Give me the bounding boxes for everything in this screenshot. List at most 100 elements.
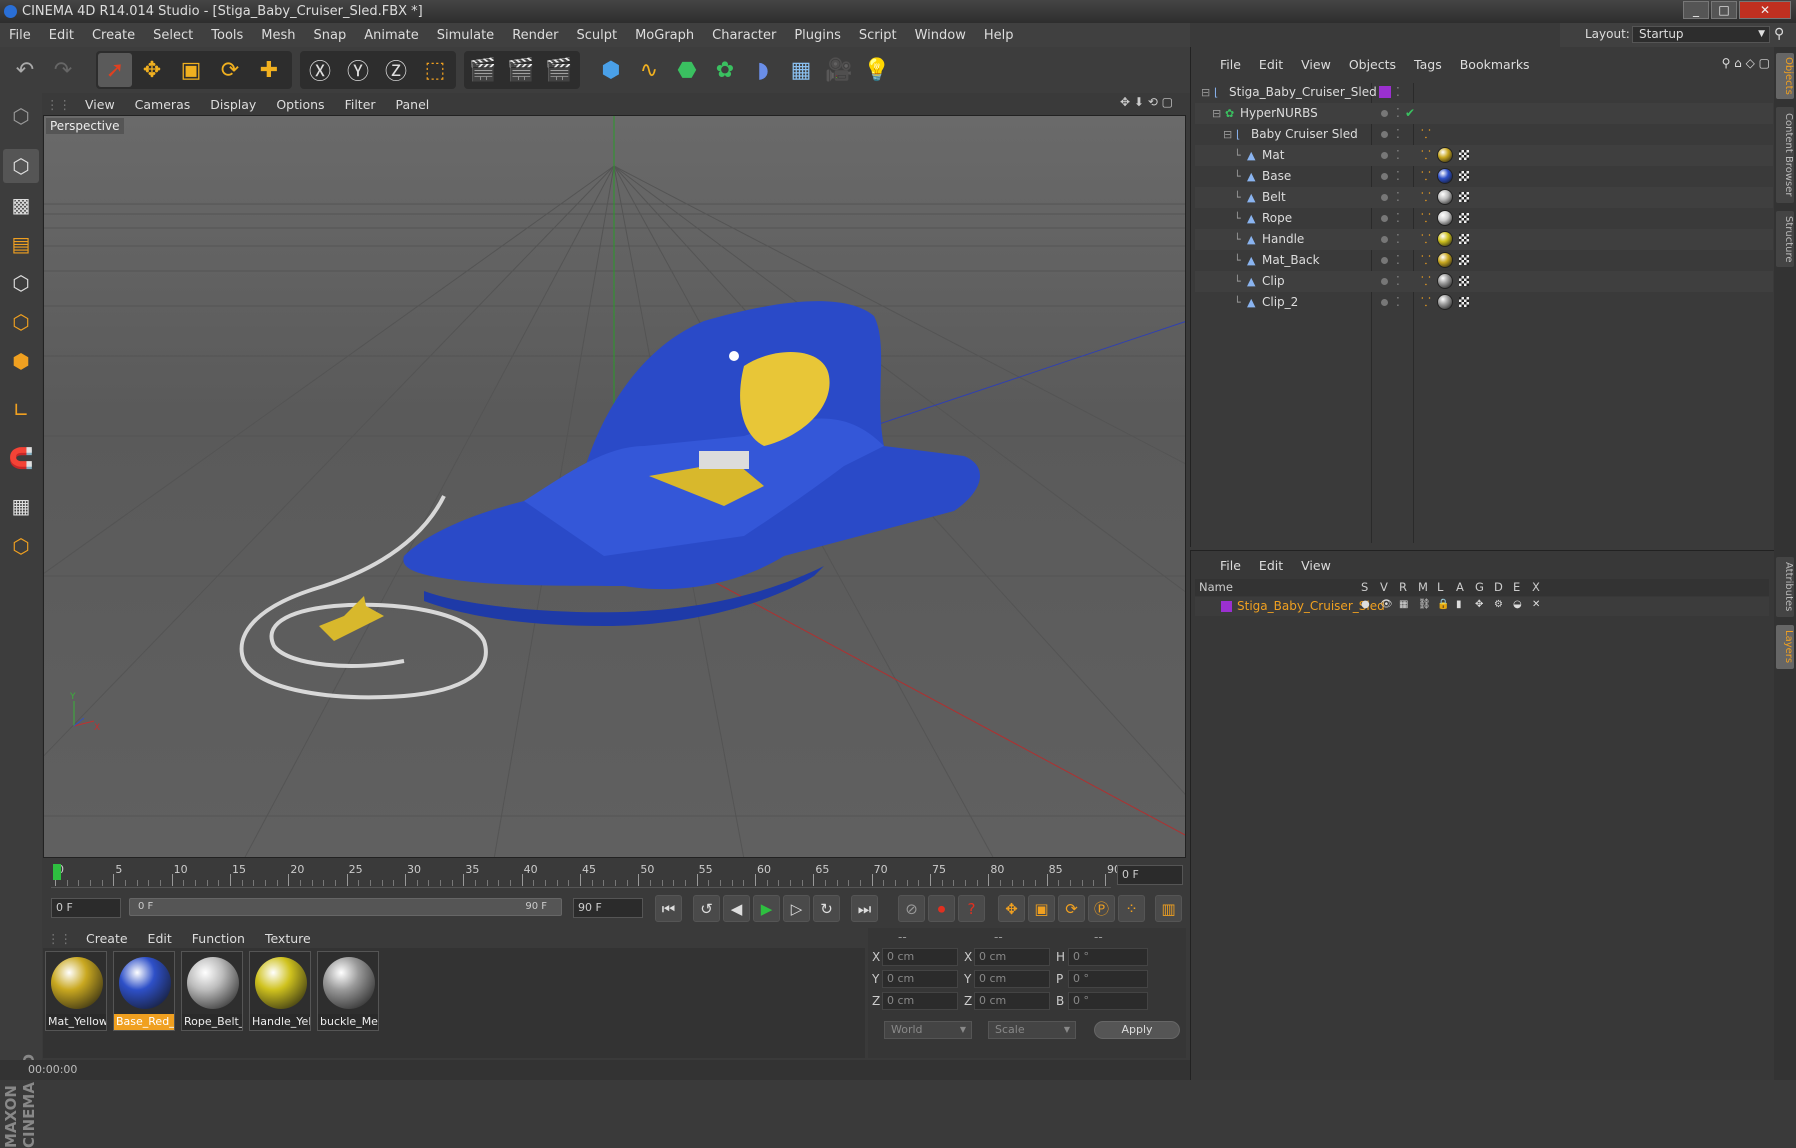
render-visibility-icon[interactable]: ⁚ bbox=[1396, 103, 1400, 124]
minimize-button[interactable]: _ bbox=[1683, 1, 1709, 19]
layer-menu-edit[interactable]: Edit bbox=[1250, 558, 1292, 573]
layer-column-a[interactable]: A bbox=[1456, 580, 1464, 594]
timeline-ruler[interactable]: 051015202530354045505560657075808590 0 F bbox=[43, 860, 1186, 890]
rotate-icon[interactable]: ⟳ bbox=[213, 53, 247, 87]
visibility-dot-icon[interactable] bbox=[1381, 110, 1388, 117]
visibility-dot-icon[interactable] bbox=[1381, 215, 1388, 222]
end-frame-field[interactable]: 90 F bbox=[573, 898, 643, 918]
render-visibility-icon[interactable]: ⁚ bbox=[1396, 271, 1400, 292]
redo-icon[interactable]: ↷ bbox=[46, 53, 80, 87]
xref-icon[interactable]: ✕ bbox=[1532, 599, 1540, 610]
next-key-icon[interactable]: ↻ bbox=[813, 895, 840, 922]
scale-icon[interactable]: ▣ bbox=[174, 53, 208, 87]
layer-column-v[interactable]: V bbox=[1380, 580, 1388, 594]
menu-window[interactable]: Window bbox=[906, 28, 975, 43]
layer-column-x[interactable]: X bbox=[1532, 580, 1540, 594]
workplane-mode-icon[interactable]: ▤ bbox=[3, 227, 39, 261]
uvw-tag-icon[interactable] bbox=[1459, 213, 1469, 223]
object-menu-file[interactable]: File bbox=[1211, 57, 1250, 72]
material-swatch[interactable]: Rope_Belt_ bbox=[181, 951, 243, 1031]
key-pla-icon[interactable]: ⁘ bbox=[1118, 895, 1145, 922]
position-field[interactable]: 0 cm bbox=[882, 992, 958, 1010]
size-field[interactable]: 0 cm bbox=[974, 992, 1050, 1010]
menu-animate[interactable]: Animate bbox=[355, 28, 427, 43]
viewport-menu-panel[interactable]: Panel bbox=[386, 97, 440, 112]
menu-mograph[interactable]: MoGraph bbox=[626, 28, 703, 43]
go-to-start-icon[interactable]: ⏮ bbox=[655, 895, 682, 922]
material-menu-create[interactable]: Create bbox=[76, 931, 138, 946]
snap-icon[interactable]: ▦ bbox=[3, 489, 39, 523]
rotation-field[interactable]: 0 ° bbox=[1068, 992, 1148, 1010]
layer-menu-view[interactable]: View bbox=[1292, 558, 1340, 573]
current-frame-field[interactable]: 0 F bbox=[1117, 865, 1183, 885]
visibility-dot-icon[interactable] bbox=[1381, 299, 1388, 306]
generators-icon[interactable]: ✥ bbox=[1475, 599, 1483, 610]
uvw-tag-icon[interactable] bbox=[1459, 255, 1469, 265]
menu-snap[interactable]: Snap bbox=[305, 28, 356, 43]
uvw-tag-icon[interactable] bbox=[1459, 150, 1469, 160]
record-keys-icon[interactable]: ⊘ bbox=[898, 895, 925, 922]
tweak-mode-icon[interactable]: 🧲 bbox=[3, 441, 39, 475]
object-row[interactable]: └ ▲ Mat_Back ⁚ ⸪ bbox=[1195, 250, 1773, 271]
visibility-dot-icon[interactable] bbox=[1381, 236, 1388, 243]
object-manager-nav-icons[interactable]: ⚲ ⌂ ◇ ▢ bbox=[1722, 56, 1770, 70]
menu-select[interactable]: Select bbox=[144, 28, 202, 43]
object-row[interactable]: └ ▲ Mat ⁚ ⸪ bbox=[1195, 145, 1773, 166]
menu-sculpt[interactable]: Sculpt bbox=[567, 28, 626, 43]
menu-simulate[interactable]: Simulate bbox=[428, 28, 503, 43]
layer-column-m[interactable]: M bbox=[1418, 580, 1428, 594]
recent-tool-icon[interactable]: ✚ bbox=[252, 53, 286, 87]
viewport-perspective[interactable]: Perspective Y X bbox=[43, 115, 1186, 858]
phong-tag-icon[interactable]: ⸪ bbox=[1421, 229, 1431, 250]
floor-environment-icon[interactable]: ▦ bbox=[784, 53, 818, 87]
rotation-field[interactable]: 0 ° bbox=[1068, 948, 1148, 966]
polygons-mode-icon[interactable]: ⬢ bbox=[3, 344, 39, 378]
uvw-tag-icon[interactable] bbox=[1459, 297, 1469, 307]
uvw-tag-icon[interactable] bbox=[1459, 234, 1469, 244]
phong-tag-icon[interactable]: ⸪ bbox=[1421, 145, 1431, 166]
apply-button[interactable]: Apply bbox=[1094, 1021, 1180, 1039]
tab-content-browser[interactable]: Content Browser bbox=[1776, 107, 1794, 203]
material-tag-icon[interactable] bbox=[1437, 273, 1453, 289]
previous-frame-icon[interactable]: ◀ bbox=[723, 895, 750, 922]
uvw-tag-icon[interactable] bbox=[1459, 192, 1469, 202]
object-row[interactable]: ⊟ ⌊ Stiga_Baby_Cruiser_Sled ⁚ bbox=[1195, 82, 1773, 103]
layer-column-e[interactable]: E bbox=[1513, 580, 1520, 594]
tab-attributes[interactable]: Attributes bbox=[1776, 557, 1794, 617]
object-row[interactable]: └ ▲ Clip_2 ⁚ ⸪ bbox=[1195, 292, 1773, 313]
material-swatch[interactable]: buckle_Me bbox=[317, 951, 379, 1031]
tab-layers[interactable]: Layers bbox=[1776, 625, 1794, 669]
size-field[interactable]: 0 cm bbox=[974, 948, 1050, 966]
material-tag-icon[interactable] bbox=[1437, 210, 1453, 226]
object-menu-bookmarks[interactable]: Bookmarks bbox=[1451, 57, 1539, 72]
menu-help[interactable]: Help bbox=[975, 28, 1023, 43]
menu-script[interactable]: Script bbox=[850, 28, 906, 43]
material-tag-icon[interactable] bbox=[1437, 294, 1453, 310]
material-menu-texture[interactable]: Texture bbox=[255, 931, 321, 946]
make-editable-icon[interactable]: ⬡ bbox=[3, 99, 39, 133]
workplane-lock-icon[interactable]: ⬡ bbox=[3, 529, 39, 563]
material-menu-function[interactable]: Function bbox=[182, 931, 255, 946]
camera-icon[interactable]: 🎥 bbox=[822, 53, 856, 87]
object-row[interactable]: └ ▲ Belt ⁚ ⸪ bbox=[1195, 187, 1773, 208]
animation-icon[interactable]: ▮ bbox=[1456, 599, 1462, 610]
menu-plugins[interactable]: Plugins bbox=[785, 28, 850, 43]
visibility-dot-icon[interactable] bbox=[1381, 278, 1388, 285]
object-row[interactable]: └ ▲ Clip ⁚ ⸪ bbox=[1195, 271, 1773, 292]
nurbs-icon[interactable]: ⬣ bbox=[670, 53, 704, 87]
render-visibility-icon[interactable]: ⁚ bbox=[1396, 166, 1400, 187]
menu-tools[interactable]: Tools bbox=[202, 28, 252, 43]
viewport-menu-filter[interactable]: Filter bbox=[335, 97, 386, 112]
playhead-marker[interactable] bbox=[53, 864, 61, 880]
menu-edit[interactable]: Edit bbox=[40, 28, 83, 43]
edges-mode-icon[interactable]: ⬡ bbox=[3, 305, 39, 339]
search-icon[interactable]: ⚲ bbox=[1774, 26, 1784, 42]
phong-tag-icon[interactable]: ⸪ bbox=[1421, 124, 1431, 145]
render-visibility-icon[interactable]: ⁚ bbox=[1396, 229, 1400, 250]
position-field[interactable]: 0 cm bbox=[882, 970, 958, 988]
key-scale-icon[interactable]: ▣ bbox=[1028, 895, 1055, 922]
timeline-window-icon[interactable]: ▥ bbox=[1155, 895, 1182, 922]
object-menu-tags[interactable]: Tags bbox=[1405, 57, 1451, 72]
model-mode-icon[interactable]: ⬡ bbox=[3, 149, 39, 183]
key-parameter-icon[interactable]: Ⓟ bbox=[1088, 895, 1115, 922]
